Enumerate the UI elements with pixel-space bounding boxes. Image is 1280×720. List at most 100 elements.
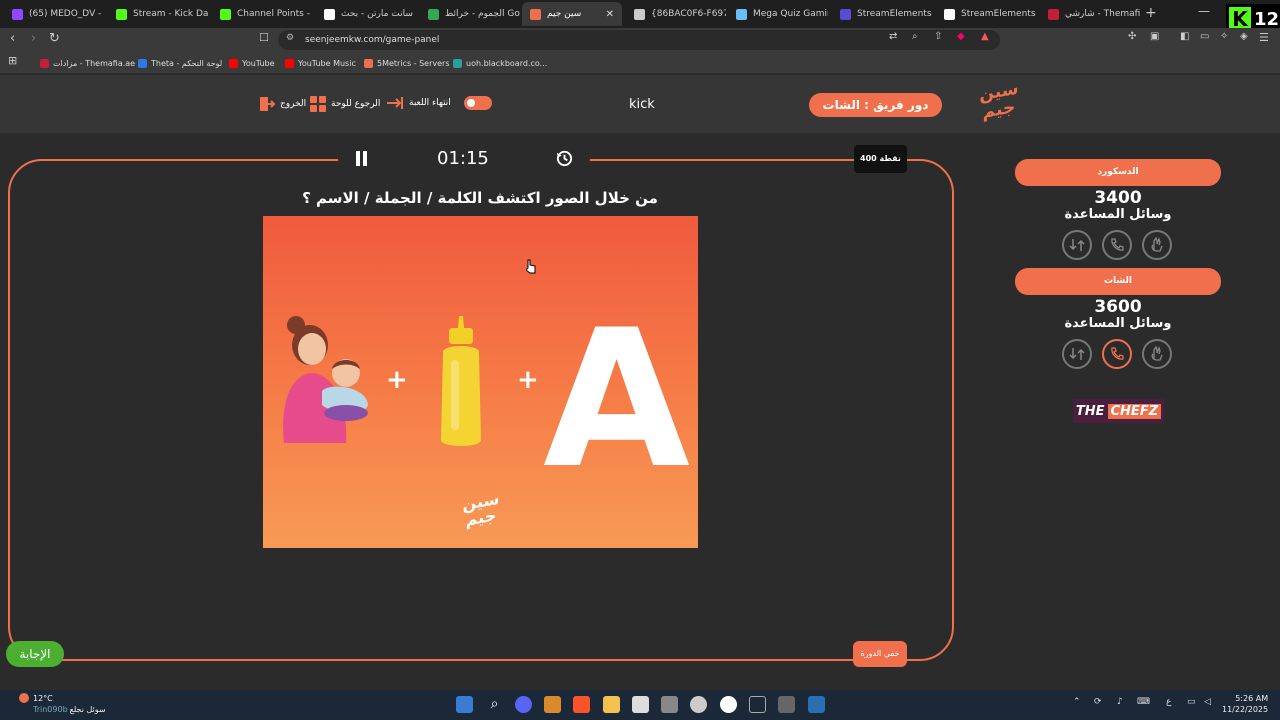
tab-2[interactable]: Channel Points - Ki [212, 2, 312, 26]
tab-label: شارشي - Themafia.ae [1065, 9, 1140, 19]
bookmark-label: مزادات - Themafia.ae [53, 58, 136, 68]
end-game-button[interactable]: انتهاء اللعبة [386, 96, 492, 110]
tray-volume-icon[interactable]: ◁ [1204, 697, 1211, 707]
brand-logo: سين جيم [979, 78, 1019, 123]
start-icon[interactable] [456, 696, 473, 713]
tray-mic-icon[interactable]: ♪ [1117, 697, 1123, 707]
tab-9[interactable]: StreamElements SE [936, 2, 1036, 26]
brave-icon[interactable] [573, 696, 590, 713]
address-bar-row: ‹ › ↻ ☐ seenjeemkw.com/game-panel ⇄ ⌕ ⇧ … [0, 28, 1280, 52]
question-text: من خلال الصور اكتشف الكلمة / الجملة / ال… [302, 189, 658, 207]
tray-keyboard-icon[interactable]: ⌨ [1137, 697, 1150, 707]
sponsor-part2: CHEFZ [1107, 403, 1162, 419]
weather-icon [19, 693, 29, 703]
vpn-icon[interactable]: ◈ [1240, 31, 1248, 42]
team-name-bar: الدسكورد [1015, 159, 1221, 186]
back-to-board-button[interactable]: الرجوع للوحة [310, 96, 380, 112]
back-icon[interactable]: ‹ [10, 31, 15, 46]
sidebar-icon[interactable]: ▣ [1150, 31, 1159, 42]
new-tab-icon[interactable]: + [1145, 5, 1157, 21]
extensions-icon[interactable]: ✣ [1128, 31, 1136, 42]
bookmark-label: YouTube [242, 58, 275, 68]
two-answers-lifeline-icon[interactable] [1142, 230, 1172, 260]
obs-icon[interactable] [690, 696, 707, 713]
bookmark-item[interactable]: uoh.blackboard.co... [453, 56, 547, 70]
bookmark-item[interactable]: 5Metrics - Servers [364, 56, 450, 70]
tab-5-active[interactable]: سين جيم ✕ [522, 2, 622, 26]
tray-chevron-icon[interactable]: ⌃ [1073, 697, 1081, 707]
tab-favicon [1048, 8, 1059, 20]
bookmark-item[interactable]: Theta - لوحة التحكم [138, 56, 222, 70]
exit-button[interactable]: الخروج [259, 96, 306, 112]
mouse-cursor-icon [526, 259, 536, 274]
ai-icon[interactable]: ✧ [1220, 31, 1228, 42]
file-explorer-icon[interactable] [603, 696, 620, 713]
kick-viewer-count: 12 [1254, 8, 1280, 30]
tab-label: (65) MEDO_DV - Tw [29, 9, 104, 19]
reload-icon[interactable]: ↻ [49, 31, 60, 46]
steam-icon[interactable] [749, 696, 766, 713]
exit-door-icon [260, 97, 275, 111]
tab-label: Channel Points - Ki [237, 9, 312, 19]
tray-language[interactable]: ع [1166, 697, 1171, 707]
bookmark-icon[interactable]: ☐ [259, 31, 269, 44]
tab-label: StreamElements - C [857, 9, 932, 19]
zoom-icon[interactable]: ⌕ [912, 31, 918, 42]
site-info-icon[interactable]: ⚙ [286, 33, 294, 43]
brave-rewards-icon[interactable]: ▲ [981, 31, 989, 42]
two-answers-lifeline-icon[interactable] [1142, 339, 1172, 369]
minimize-icon[interactable]: — [1198, 4, 1210, 18]
call-friend-lifeline-icon[interactable] [1102, 230, 1132, 260]
share-icon[interactable]: ⇧ [934, 31, 942, 42]
app-a-icon[interactable] [544, 696, 561, 713]
bookmark-label: uoh.blackboard.co... [466, 58, 548, 68]
swap-question-lifeline-icon[interactable] [1062, 339, 1092, 369]
reset-timer-icon[interactable] [555, 149, 574, 168]
hide-round-button[interactable]: خفي الدورة [853, 641, 907, 667]
bookmark-favicon [229, 58, 238, 68]
tab-favicon [840, 8, 851, 20]
tab-favicon [324, 8, 335, 20]
discord-icon[interactable] [515, 696, 532, 713]
wallet-icon[interactable]: ▭ [1200, 31, 1209, 42]
weather-temp: 12°C [33, 694, 53, 703]
search-icon[interactable]: ⌕ [486, 696, 503, 713]
media-app-icon[interactable] [778, 696, 795, 713]
store-icon[interactable] [632, 696, 649, 713]
tab-3[interactable]: سانت مارتن - بحث : [316, 2, 416, 26]
weather-widget[interactable]: 12°C Trin090b سوئل نجلع [33, 693, 106, 715]
settings-app-icon[interactable] [661, 696, 678, 713]
chrome-icon[interactable] [720, 696, 737, 713]
apps-grid-icon[interactable]: ⊞ [8, 54, 17, 67]
forward-icon[interactable]: › [31, 31, 36, 46]
bookmark-item[interactable]: مزادات - Themafia.ae [40, 56, 135, 70]
tab-7[interactable]: Mega Quiz Gaming [728, 2, 828, 26]
end-game-toggle[interactable] [463, 96, 492, 110]
close-tab-icon[interactable]: ✕ [606, 9, 614, 20]
bookmark-item[interactable]: YouTube [229, 56, 275, 70]
helpers-label: وسائل المساعدة [1064, 207, 1172, 222]
brave-shield-icon[interactable]: ◆ [957, 31, 965, 42]
pause-icon[interactable] [354, 151, 368, 166]
call-friend-lifeline-icon[interactable] [1102, 339, 1132, 369]
show-answer-button[interactable]: الإجابة [6, 641, 64, 667]
swap-question-lifeline-icon[interactable] [1062, 230, 1092, 260]
tab-10[interactable]: شارشي - Themafia.ae [1040, 2, 1140, 26]
game-header: دور فريق : الشات kick سين جيم الخروج الر… [0, 75, 1280, 133]
tray-network-icon[interactable]: ▭ [1187, 697, 1196, 707]
system-clock[interactable]: 5:26 AM 11/22/2025 [1222, 693, 1268, 715]
tab-favicon [116, 8, 127, 20]
tab-8[interactable]: StreamElements - C [832, 2, 932, 26]
translate-icon[interactable]: ⇄ [889, 31, 897, 42]
split-view-icon[interactable]: ◧ [1180, 31, 1189, 42]
tray-sync-icon[interactable]: ⟳ [1094, 697, 1102, 707]
menu-icon[interactable]: ☰ [1259, 31, 1269, 44]
security-app-icon[interactable] [808, 696, 825, 713]
tab-6[interactable]: {86BAC0F6-F697-42 [626, 2, 726, 26]
tab-1[interactable]: Stream - Kick Dashb [108, 2, 208, 26]
clock-time: 5:26 AM [1235, 694, 1269, 703]
tab-4[interactable]: الجموم - خرائط Google [420, 2, 520, 26]
bookmark-favicon [285, 58, 294, 68]
bookmark-item[interactable]: YouTube Music [285, 56, 356, 70]
tab-0[interactable]: (65) MEDO_DV - Tw [4, 2, 104, 26]
